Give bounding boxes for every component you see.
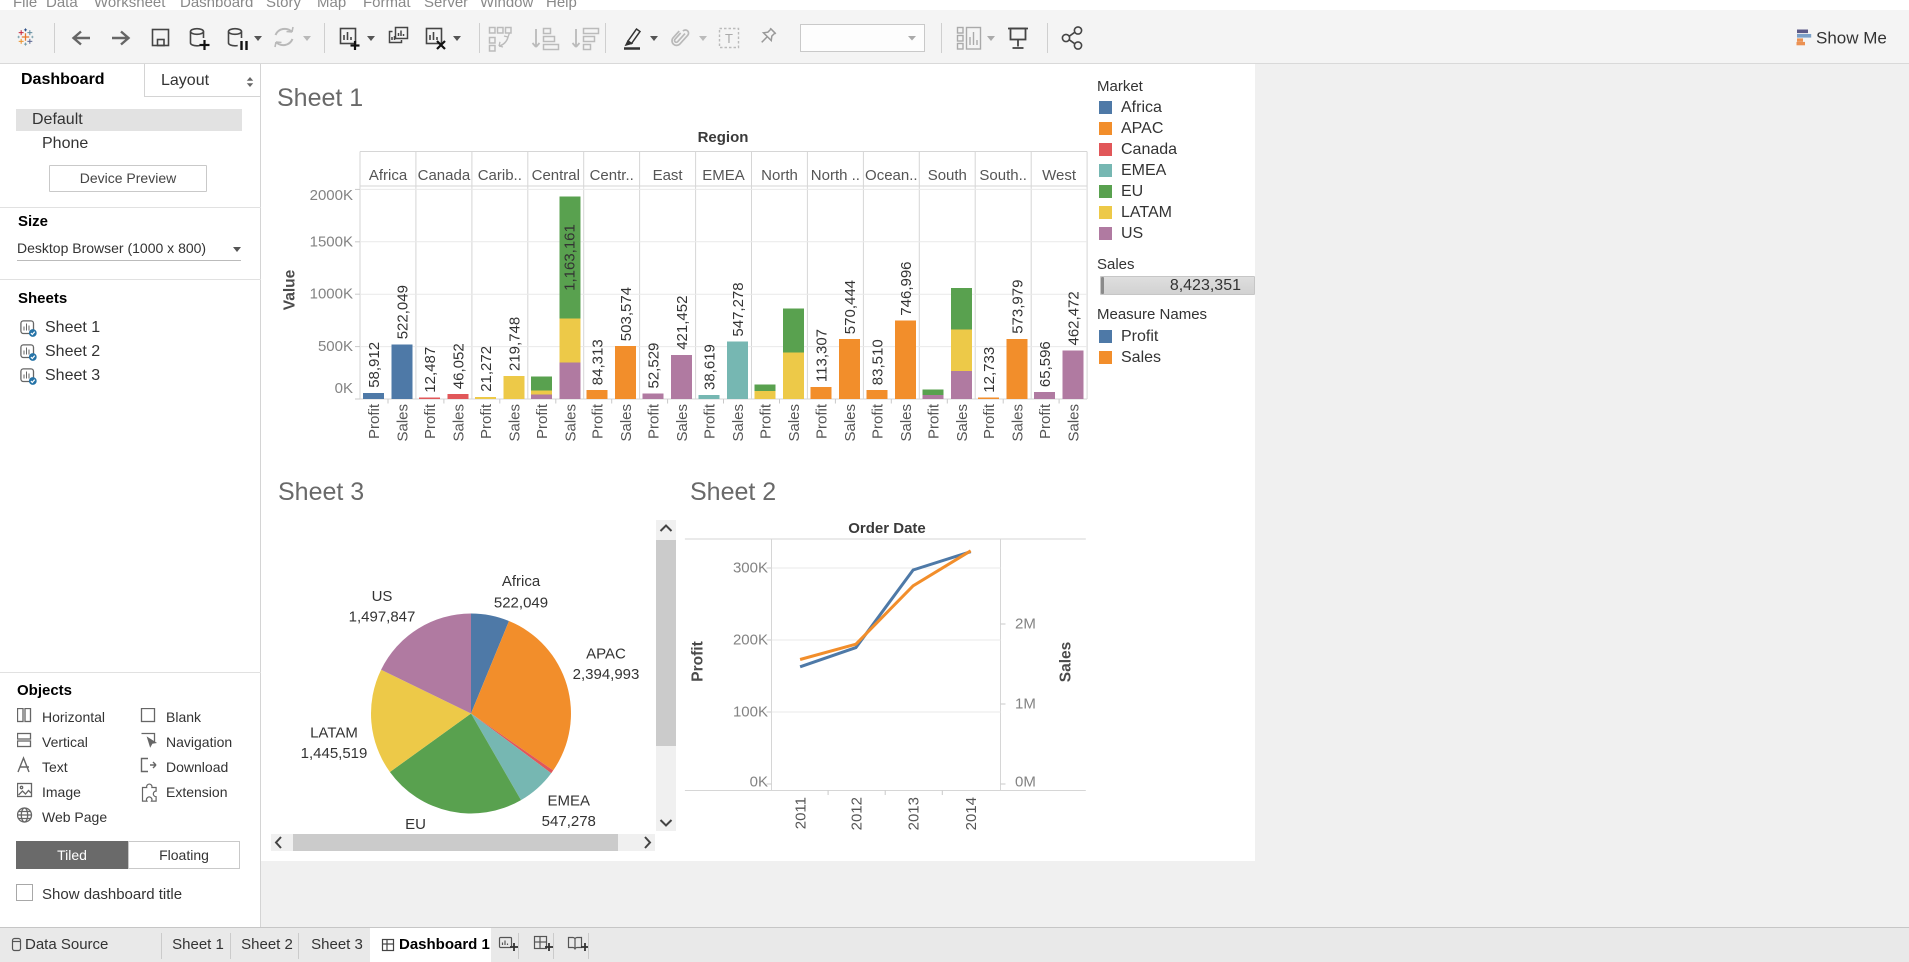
svg-text:Sheet 2: Sheet 2 xyxy=(690,478,776,506)
svg-text:200K: 200K xyxy=(733,632,768,649)
svg-text:Sales: Sales xyxy=(786,404,803,442)
svg-text:Sales: Sales xyxy=(898,404,915,442)
svg-text:547,278: 547,278 xyxy=(730,282,747,336)
svg-text:0K: 0K xyxy=(335,380,353,397)
svg-text:Profit: Profit xyxy=(758,403,775,439)
svg-text:North ..: North .. xyxy=(811,167,860,184)
svg-text:1500K: 1500K xyxy=(310,233,353,250)
svg-text:500K: 500K xyxy=(318,338,353,355)
svg-text:1,445,519: 1,445,519 xyxy=(301,745,368,762)
svg-text:North: North xyxy=(761,167,798,184)
svg-text:APAC: APAC xyxy=(586,646,626,663)
svg-text:Carib..: Carib.. xyxy=(478,167,522,184)
svg-text:Central: Central xyxy=(532,167,580,184)
svg-text:Profit: Profit xyxy=(702,403,719,439)
svg-text:547,278: 547,278 xyxy=(542,813,596,830)
svg-text:Ocean..: Ocean.. xyxy=(865,167,918,184)
svg-text:Sales: Sales xyxy=(395,404,412,442)
svg-text:65,596: 65,596 xyxy=(1037,341,1054,387)
svg-text:East: East xyxy=(653,167,684,184)
svg-text:Profit: Profit xyxy=(646,403,663,439)
svg-text:Profit: Profit xyxy=(422,403,439,439)
svg-text:2014: 2014 xyxy=(963,797,980,830)
svg-text:LATAM: LATAM xyxy=(310,724,358,741)
svg-text:Sales: Sales xyxy=(506,404,523,442)
svg-text:EU: EU xyxy=(405,816,426,833)
svg-text:84,313: 84,313 xyxy=(590,339,607,385)
svg-text:Canada: Canada xyxy=(418,167,471,184)
svg-text:83,510: 83,510 xyxy=(869,339,886,385)
svg-text:Order Date: Order Date xyxy=(848,520,926,537)
svg-text:South: South xyxy=(928,167,967,184)
svg-text:1,163,161: 1,163,161 xyxy=(561,224,578,291)
svg-text:Profit: Profit xyxy=(690,641,707,681)
svg-text:2013: 2013 xyxy=(906,797,923,830)
svg-text:2011: 2011 xyxy=(793,797,810,829)
svg-text:Sales: Sales xyxy=(842,404,859,442)
svg-text:421,452: 421,452 xyxy=(674,296,691,350)
svg-text:113,307: 113,307 xyxy=(813,329,830,382)
svg-text:EMEA: EMEA xyxy=(548,793,591,810)
svg-text:522,049: 522,049 xyxy=(395,285,412,339)
svg-text:Sheet 3: Sheet 3 xyxy=(278,478,364,506)
svg-text:2M: 2M xyxy=(1015,616,1036,633)
svg-text:100K: 100K xyxy=(733,704,768,721)
svg-text:2000K: 2000K xyxy=(310,187,353,204)
svg-text:52,529: 52,529 xyxy=(646,343,663,389)
svg-text:EMEA: EMEA xyxy=(702,167,745,184)
svg-text:300K: 300K xyxy=(733,560,768,577)
svg-text:Profit: Profit xyxy=(366,403,383,439)
svg-text:Sales: Sales xyxy=(674,404,691,442)
svg-text:Sales: Sales xyxy=(618,404,635,442)
svg-text:Profit: Profit xyxy=(981,403,998,439)
svg-text:0K: 0K xyxy=(750,774,768,791)
svg-text:T: T xyxy=(725,31,733,46)
svg-text:12,733: 12,733 xyxy=(981,347,998,393)
svg-text:Africa: Africa xyxy=(502,573,541,590)
svg-text:Africa: Africa xyxy=(369,167,408,184)
svg-text:2,394,993: 2,394,993 xyxy=(573,666,640,683)
svg-text:Value: Value xyxy=(282,269,299,310)
svg-text:12,487: 12,487 xyxy=(422,347,439,393)
svg-text:1,497,847: 1,497,847 xyxy=(349,608,416,625)
svg-text:58,912: 58,912 xyxy=(366,342,383,388)
svg-text:Sales: Sales xyxy=(1066,404,1083,442)
svg-text:2012: 2012 xyxy=(848,797,865,830)
svg-text:Profit: Profit xyxy=(1037,403,1054,439)
svg-text:Region: Region xyxy=(698,129,749,146)
svg-text:522,049: 522,049 xyxy=(494,595,548,612)
svg-text:Profit: Profit xyxy=(590,403,607,439)
svg-text:21,272: 21,272 xyxy=(478,346,495,392)
svg-text:Centr..: Centr.. xyxy=(590,167,634,184)
svg-text:Sales: Sales xyxy=(730,404,747,442)
svg-text:46,052: 46,052 xyxy=(450,343,467,389)
svg-text:0M: 0M xyxy=(1015,774,1036,791)
svg-text:Profit: Profit xyxy=(478,403,495,439)
svg-text:Profit: Profit xyxy=(534,403,551,439)
svg-text:462,472: 462,472 xyxy=(1066,291,1083,345)
svg-text:US: US xyxy=(372,588,393,605)
svg-text:219,748: 219,748 xyxy=(506,317,523,371)
svg-text:Sheet 1: Sheet 1 xyxy=(277,84,363,112)
svg-text:Show Me: Show Me xyxy=(1816,29,1887,48)
svg-text:1000K: 1000K xyxy=(310,286,353,303)
svg-text:Sales: Sales xyxy=(1058,642,1075,683)
svg-text:Profit: Profit xyxy=(869,403,886,439)
svg-text:570,444: 570,444 xyxy=(842,280,859,334)
svg-text:Profit: Profit xyxy=(925,403,942,439)
svg-text:West: West xyxy=(1042,167,1077,184)
svg-text:573,979: 573,979 xyxy=(1010,280,1027,334)
svg-text:746,996: 746,996 xyxy=(898,261,915,315)
svg-text:38,619: 38,619 xyxy=(702,344,719,390)
svg-text:503,574: 503,574 xyxy=(618,287,635,341)
svg-text:Sales: Sales xyxy=(562,404,579,442)
svg-text:Sales: Sales xyxy=(450,404,467,442)
svg-text:Profit: Profit xyxy=(813,403,830,439)
svg-text:Sales: Sales xyxy=(1010,404,1027,442)
svg-text:1M: 1M xyxy=(1015,696,1036,713)
svg-text:South..: South.. xyxy=(979,167,1027,184)
svg-text:Sales: Sales xyxy=(954,404,971,442)
